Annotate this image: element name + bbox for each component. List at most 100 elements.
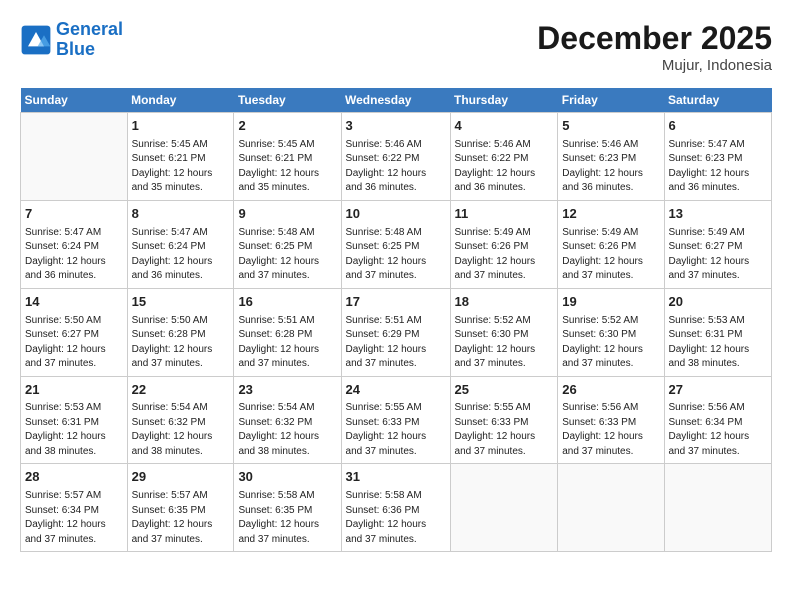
calendar-cell: 25Sunrise: 5:55 AMSunset: 6:33 PMDayligh…: [450, 376, 558, 464]
day-number: 18: [455, 293, 554, 312]
cell-content-line: Sunrise: 5:51 AM: [346, 314, 446, 329]
calendar-cell: 28Sunrise: 5:57 AMSunset: 6:34 PMDayligh…: [21, 464, 128, 552]
cell-content-line: Sunset: 6:35 PM: [132, 504, 230, 519]
cell-content-line: and 38 minutes.: [669, 357, 768, 372]
day-number: 26: [562, 381, 659, 400]
location: Mujur, Indonesia: [537, 57, 772, 74]
cell-content-line: Sunrise: 5:46 AM: [562, 138, 659, 153]
day-number: 31: [346, 468, 446, 487]
cell-content-line: Sunset: 6:21 PM: [132, 152, 230, 167]
cell-content-line: Sunrise: 5:48 AM: [346, 226, 446, 241]
calendar-cell: 24Sunrise: 5:55 AMSunset: 6:33 PMDayligh…: [341, 376, 450, 464]
cell-content-line: Sunset: 6:21 PM: [238, 152, 336, 167]
calendar-cell: 18Sunrise: 5:52 AMSunset: 6:30 PMDayligh…: [450, 288, 558, 376]
cell-content-line: Daylight: 12 hours: [25, 518, 123, 533]
cell-content-line: Daylight: 12 hours: [346, 343, 446, 358]
header-row: Sunday Monday Tuesday Wednesday Thursday…: [21, 88, 772, 113]
cell-content-line: Sunset: 6:36 PM: [346, 504, 446, 519]
calendar-cell: 12Sunrise: 5:49 AMSunset: 6:26 PMDayligh…: [558, 200, 664, 288]
calendar-cell: 26Sunrise: 5:56 AMSunset: 6:33 PMDayligh…: [558, 376, 664, 464]
title-area: December 2025 Mujur, Indonesia: [537, 20, 772, 74]
cell-content-line: and 37 minutes.: [238, 269, 336, 284]
page: General Blue December 2025 Mujur, Indone…: [0, 0, 792, 562]
day-number: 7: [25, 205, 123, 224]
calendar-week-2: 7Sunrise: 5:47 AMSunset: 6:24 PMDaylight…: [21, 200, 772, 288]
cell-content-line: and 36 minutes.: [562, 181, 659, 196]
calendar-cell: 27Sunrise: 5:56 AMSunset: 6:34 PMDayligh…: [664, 376, 772, 464]
cell-content-line: Sunrise: 5:45 AM: [132, 138, 230, 153]
cell-content-line: Sunset: 6:34 PM: [669, 416, 768, 431]
cell-content-line: and 37 minutes.: [562, 269, 659, 284]
cell-content-line: Sunset: 6:24 PM: [25, 240, 123, 255]
cell-content-line: Daylight: 12 hours: [455, 167, 554, 182]
cell-content-line: Daylight: 12 hours: [669, 343, 768, 358]
cell-content-line: and 36 minutes.: [669, 181, 768, 196]
col-tuesday: Tuesday: [234, 88, 341, 113]
calendar-cell: 16Sunrise: 5:51 AMSunset: 6:28 PMDayligh…: [234, 288, 341, 376]
cell-content-line: Sunrise: 5:46 AM: [455, 138, 554, 153]
day-number: 5: [562, 117, 659, 136]
col-thursday: Thursday: [450, 88, 558, 113]
calendar-cell: 30Sunrise: 5:58 AMSunset: 6:35 PMDayligh…: [234, 464, 341, 552]
cell-content-line: and 37 minutes.: [455, 357, 554, 372]
cell-content-line: Sunset: 6:31 PM: [25, 416, 123, 431]
calendar-cell: 8Sunrise: 5:47 AMSunset: 6:24 PMDaylight…: [127, 200, 234, 288]
day-number: 20: [669, 293, 768, 312]
cell-content-line: and 35 minutes.: [132, 181, 230, 196]
calendar-cell: 23Sunrise: 5:54 AMSunset: 6:32 PMDayligh…: [234, 376, 341, 464]
calendar-cell: 10Sunrise: 5:48 AMSunset: 6:25 PMDayligh…: [341, 200, 450, 288]
cell-content-line: Sunset: 6:28 PM: [132, 328, 230, 343]
cell-content-line: Sunrise: 5:50 AM: [132, 314, 230, 329]
cell-content-line: and 37 minutes.: [562, 357, 659, 372]
cell-content-line: Sunrise: 5:57 AM: [132, 489, 230, 504]
cell-content-line: and 37 minutes.: [238, 533, 336, 548]
cell-content-line: Daylight: 12 hours: [669, 167, 768, 182]
cell-content-line: and 37 minutes.: [669, 269, 768, 284]
cell-content-line: Daylight: 12 hours: [669, 430, 768, 445]
calendar-cell: 14Sunrise: 5:50 AMSunset: 6:27 PMDayligh…: [21, 288, 128, 376]
cell-content-line: Daylight: 12 hours: [132, 167, 230, 182]
cell-content-line: Sunrise: 5:52 AM: [562, 314, 659, 329]
cell-content-line: and 37 minutes.: [669, 445, 768, 460]
cell-content-line: Sunrise: 5:50 AM: [25, 314, 123, 329]
cell-content-line: Sunset: 6:29 PM: [346, 328, 446, 343]
calendar-cell: 3Sunrise: 5:46 AMSunset: 6:22 PMDaylight…: [341, 113, 450, 201]
cell-content-line: Sunset: 6:24 PM: [132, 240, 230, 255]
calendar-cell: 29Sunrise: 5:57 AMSunset: 6:35 PMDayligh…: [127, 464, 234, 552]
cell-content-line: Sunrise: 5:49 AM: [669, 226, 768, 241]
cell-content-line: and 37 minutes.: [25, 357, 123, 372]
cell-content-line: and 38 minutes.: [25, 445, 123, 460]
cell-content-line: Daylight: 12 hours: [238, 343, 336, 358]
col-monday: Monday: [127, 88, 234, 113]
calendar-cell: [664, 464, 772, 552]
col-saturday: Saturday: [664, 88, 772, 113]
calendar-cell: 31Sunrise: 5:58 AMSunset: 6:36 PMDayligh…: [341, 464, 450, 552]
cell-content-line: Daylight: 12 hours: [132, 343, 230, 358]
cell-content-line: Sunset: 6:33 PM: [562, 416, 659, 431]
cell-content-line: Sunset: 6:23 PM: [562, 152, 659, 167]
cell-content-line: Sunrise: 5:49 AM: [455, 226, 554, 241]
cell-content-line: and 37 minutes.: [346, 533, 446, 548]
cell-content-line: Daylight: 12 hours: [455, 255, 554, 270]
cell-content-line: Sunset: 6:23 PM: [669, 152, 768, 167]
calendar-cell: 1Sunrise: 5:45 AMSunset: 6:21 PMDaylight…: [127, 113, 234, 201]
cell-content-line: Daylight: 12 hours: [562, 343, 659, 358]
cell-content-line: Sunrise: 5:54 AM: [132, 401, 230, 416]
day-number: 8: [132, 205, 230, 224]
calendar-week-1: 1Sunrise: 5:45 AMSunset: 6:21 PMDaylight…: [21, 113, 772, 201]
cell-content-line: Sunset: 6:33 PM: [346, 416, 446, 431]
day-number: 25: [455, 381, 554, 400]
cell-content-line: Sunrise: 5:53 AM: [669, 314, 768, 329]
cell-content-line: and 37 minutes.: [238, 357, 336, 372]
cell-content-line: Sunrise: 5:52 AM: [455, 314, 554, 329]
day-number: 13: [669, 205, 768, 224]
day-number: 22: [132, 381, 230, 400]
cell-content-line: Daylight: 12 hours: [25, 430, 123, 445]
day-number: 14: [25, 293, 123, 312]
cell-content-line: Daylight: 12 hours: [132, 518, 230, 533]
cell-content-line: and 37 minutes.: [346, 357, 446, 372]
cell-content-line: Sunrise: 5:54 AM: [238, 401, 336, 416]
day-number: 6: [669, 117, 768, 136]
calendar-cell: 21Sunrise: 5:53 AMSunset: 6:31 PMDayligh…: [21, 376, 128, 464]
cell-content-line: and 36 minutes.: [25, 269, 123, 284]
